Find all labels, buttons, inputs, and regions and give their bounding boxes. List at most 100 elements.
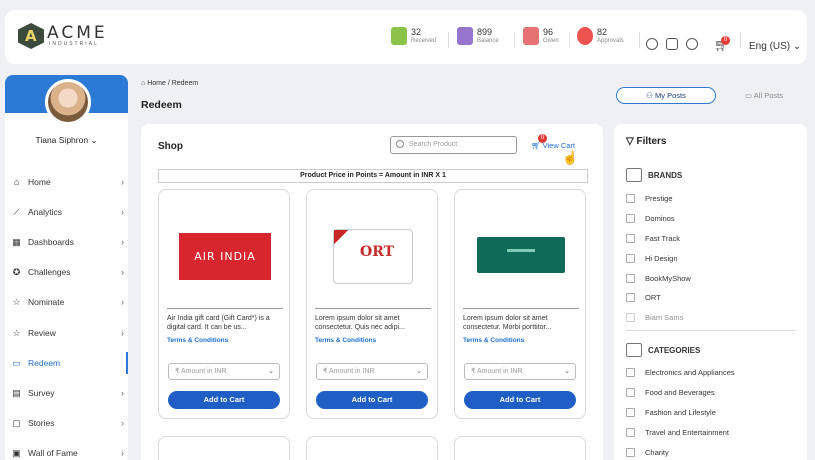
chevron-right-icon: › [121,297,124,307]
filter-brand[interactable]: BookMyShow [626,274,691,283]
filter-brand[interactable]: Prestige [626,194,673,203]
filter-category[interactable]: Fashion and Lifestyle [626,408,716,417]
chevron-right-icon: › [121,267,124,277]
divider [639,32,640,48]
sidebar-item-dashboards[interactable]: ▦ Dashboards › [5,232,128,252]
checkbox[interactable] [626,293,635,302]
sidebar-item-home[interactable]: ⌂ Home › [5,172,128,192]
shop-panel: Shop Search Product 🛒︎ View Cart 0 ☝ Pro… [141,124,603,460]
filter-category[interactable]: Travel and Entertainment [626,428,729,437]
chevron-right-icon: › [121,207,124,217]
info-icon[interactable] [686,38,698,50]
brands-section-title: BRANDS [626,168,682,182]
terms-link[interactable]: Terms & Conditions [463,337,524,344]
product-card[interactable]: Lorem ipsum dolor sit amet consectetur. … [454,189,586,419]
add-to-cart-button[interactable]: Add to Cart [316,391,428,409]
breadcrumb: ⌂ Home / Redeem [141,80,199,87]
notes-icon[interactable] [666,38,678,50]
view-cart-link[interactable]: 🛒︎ View Cart [531,141,575,150]
checkbox[interactable] [626,448,635,457]
add-to-cart-button[interactable]: Add to Cart [168,391,280,409]
product-image[interactable]: ORT [333,229,413,284]
user-name-dropdown[interactable]: Tiana Siphron ⌄ [5,135,128,146]
cart-count-badge: 0 [538,134,547,143]
tab-my-posts[interactable]: ⚇ My Posts [616,87,716,104]
checkbox[interactable] [626,368,635,377]
chevron-right-icon: › [121,237,124,247]
divider [569,32,570,48]
checkbox[interactable] [626,428,635,437]
product-card[interactable] [454,436,586,460]
chevron-right-icon: › [121,177,124,187]
tab-all-posts[interactable]: ▭ All Posts [724,87,804,104]
top-header: ACME INDUSTRIAL 32Received 899Balance 96… [5,10,807,64]
filter-brand[interactable]: Fast Track [626,234,680,243]
sidebar-item-challenges[interactable]: ✪ Challenges › [5,262,128,282]
product-card[interactable]: AIR INDIA Air India gift card (Gift Card… [158,189,290,419]
search-input[interactable]: Search Product [390,136,517,154]
chat-icon[interactable] [646,38,658,50]
nominate-icon: ☆ [12,296,21,307]
checkbox[interactable] [626,214,635,223]
product-image[interactable] [477,237,565,273]
checkbox[interactable] [626,274,635,283]
checkbox[interactable] [626,408,635,417]
sidebar-item-analytics[interactable]: ⟋ Analytics › [5,202,128,222]
checkbox[interactable] [626,254,635,263]
acme-logo[interactable]: ACME INDUSTRIAL [18,23,108,49]
add-to-cart-button[interactable]: Add to Cart [464,391,576,409]
chevron-down-icon: ⌄ [416,368,422,375]
review-icon: ☆ [12,327,21,338]
logo-title: ACME [47,23,108,43]
stat-balance[interactable]: 899 Balance [457,27,499,45]
breadcrumb-home[interactable]: Home [147,80,166,87]
product-card[interactable] [158,436,290,460]
filter-category[interactable]: Electronics and Appliances [626,368,735,377]
checkbox[interactable] [626,194,635,203]
sidebar-item-stories[interactable]: ▢ Stories › [5,413,128,433]
checkbox[interactable] [626,234,635,243]
coins-icon [457,27,473,45]
sidebar-item-nominate[interactable]: ☆ Nominate › [5,292,128,312]
filter-brand[interactable]: Biam Sams [626,313,683,322]
filter-icon: ▽ [626,136,637,147]
home-icon: ⌂ [13,177,20,187]
sidebar-item-survey[interactable]: ▤ Survey › [5,383,128,403]
amount-select[interactable]: ₹ Amount in INR ⌄ [464,363,576,380]
medal-icon [523,27,539,45]
filter-brand[interactable]: ORT [626,293,661,302]
filter-brand[interactable]: Hi Design [626,254,678,263]
redeem-icon: ▭ [12,357,21,368]
product-image[interactable]: AIR INDIA [179,233,271,280]
stories-icon: ▢ [12,417,21,428]
checkbox[interactable] [626,388,635,397]
filter-category[interactable]: Charity [626,448,669,457]
divider [740,32,741,48]
challenges-icon: ✪ [12,266,21,277]
page-title: Redeem [141,99,182,111]
price-note: Product Price in Points = Amount in INR … [158,169,588,183]
brand-mark-icon [507,249,535,252]
stat-received[interactable]: 32 Received [391,27,436,45]
chevron-down-icon: ⌄ [268,368,274,375]
sidebar-item-redeem[interactable]: ▭ Redeem [5,353,128,373]
sidebar-item-review[interactable]: ☆ Review › [5,323,128,343]
stat-given[interactable]: 96 Given [523,27,559,45]
language-selector[interactable]: Eng (US) ⌄ [749,41,801,52]
sidebar-item-wall-of-fame[interactable]: ▣ Wall of Fame › [5,443,128,460]
product-card[interactable]: ORT Lorem ipsum dolor sit amet consectet… [306,189,438,419]
amount-select[interactable]: ₹ Amount in INR ⌄ [168,363,280,380]
amount-select[interactable]: ₹ Amount in INR ⌄ [316,363,428,380]
product-card[interactable] [306,436,438,460]
divider [463,308,579,309]
filter-category[interactable]: Food and Beverages [626,388,715,397]
sidebar: Tiana Siphron ⌄ ⌂ Home › ⟋ Analytics › ▦ D… [5,75,128,460]
terms-link[interactable]: Terms & Conditions [315,337,376,344]
terms-link[interactable]: Terms & Conditions [167,337,228,344]
brand-tag-icon [626,168,642,182]
search-icon [396,140,404,148]
filter-brand[interactable]: Dominos [626,214,675,223]
checkbox[interactable] [626,313,635,322]
avatar[interactable] [45,79,91,125]
stat-approvals[interactable]: 82 Approvals [577,27,624,45]
